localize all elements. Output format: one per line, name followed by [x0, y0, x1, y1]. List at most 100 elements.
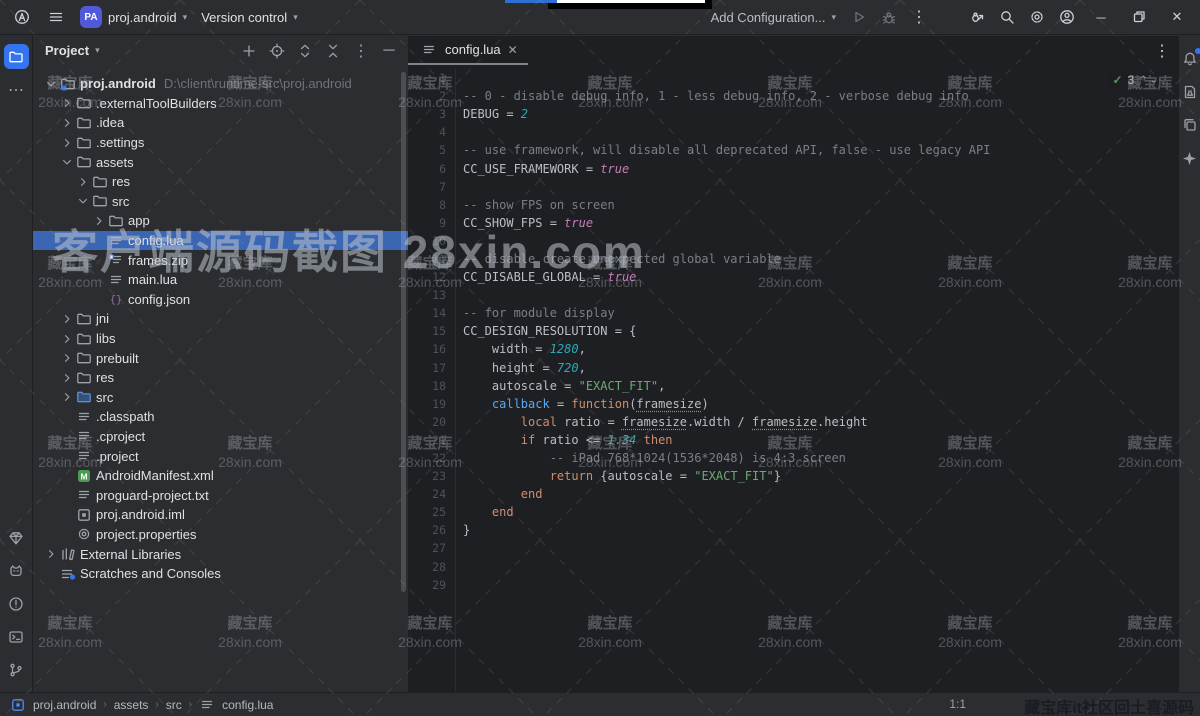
code-line-19[interactable]: 19 callback = function(framesize)	[408, 395, 1178, 413]
tree-item--idea[interactable]: .idea	[33, 113, 408, 133]
chevron-right-icon[interactable]	[59, 352, 75, 364]
chevron-right-icon[interactable]	[59, 391, 75, 403]
code-line-9[interactable]: 9CC_SHOW_FPS = true	[408, 214, 1178, 232]
locate-file-icon[interactable]	[266, 40, 288, 62]
code-line-13[interactable]: 13	[408, 286, 1178, 304]
code-line-5[interactable]: 5-- use framework, will disable all depr…	[408, 141, 1178, 159]
code-line-28[interactable]: 28	[408, 558, 1178, 576]
chevron-right-icon[interactable]	[59, 137, 75, 149]
problems-icon[interactable]	[4, 591, 29, 616]
chevron-down-icon[interactable]	[43, 78, 59, 90]
code-line-3[interactable]: 3DEBUG = 2	[408, 105, 1178, 123]
terminal-icon[interactable]	[4, 624, 29, 649]
main-menu-hamburger-icon[interactable]	[46, 7, 66, 27]
tree-item--settings[interactable]: .settings	[33, 133, 408, 153]
chevron-down-icon[interactable]	[59, 156, 75, 168]
chevron-right-icon[interactable]	[59, 313, 75, 325]
code-line-22[interactable]: 22 -- iPad 768*1024(1536*2048) is 4:3 sc…	[408, 449, 1178, 467]
tree-item-assets[interactable]: assets	[33, 152, 408, 172]
layers-copy-icon[interactable]	[1180, 115, 1200, 135]
device-explorer-icon[interactable]	[1180, 82, 1200, 102]
project-widget[interactable]: PA proj.android ▾	[80, 6, 187, 28]
code-line-26[interactable]: 26}	[408, 521, 1178, 539]
code-line-7[interactable]: 7	[408, 178, 1178, 196]
inspection-widget[interactable]: ✓ 3 ⌃⌄	[1108, 72, 1164, 88]
chevron-right-icon[interactable]	[43, 548, 59, 560]
window-close-button[interactable]: ✕	[1160, 4, 1194, 30]
tree-item-proj-android-iml[interactable]: proj.android.iml	[33, 505, 408, 525]
vcs-widget[interactable]: Version control ▾	[201, 10, 298, 25]
more-actions-kebab-icon[interactable]: ⋮	[906, 4, 932, 30]
code-line-8[interactable]: 8-- show FPS on screen	[408, 196, 1178, 214]
git-branch-icon[interactable]	[4, 657, 29, 682]
code-line-15[interactable]: 15CC_DESIGN_RESOLUTION = {	[408, 322, 1178, 340]
code-line-27[interactable]: 27	[408, 539, 1178, 557]
tree-item-res[interactable]: res	[33, 172, 408, 192]
chevron-right-icon[interactable]	[75, 176, 91, 188]
chevron-right-icon[interactable]	[59, 117, 75, 129]
code-line-11[interactable]: 11-- disable create unexpected global va…	[408, 250, 1178, 268]
code-line-23[interactable]: 23 return {autoscale = "EXACT_FIT"}	[408, 467, 1178, 485]
notifications-bell-icon[interactable]	[1180, 49, 1200, 69]
breadcrumb-item[interactable]: proj.android	[33, 698, 96, 712]
expand-all-icon[interactable]	[294, 40, 316, 62]
prev-next-problem-icons[interactable]: ⌃⌄	[1139, 75, 1160, 86]
tree-item-scratches-and-consoles[interactable]: Scratches and Consoles	[33, 564, 408, 584]
chevron-down-icon[interactable]	[75, 195, 91, 207]
code-editor[interactable]: 12-- 0 - disable debug info, 1 - less de…	[408, 69, 1178, 692]
tree-item--externaltoolbuilders[interactable]: .externalToolBuilders	[33, 94, 408, 114]
chevron-right-icon[interactable]	[59, 372, 75, 384]
tree-item-androidmanifest-xml[interactable]: MAndroidManifest.xml	[33, 466, 408, 486]
chevron-right-icon[interactable]	[59, 97, 75, 109]
more-tool-windows-icon[interactable]: ⋯	[4, 77, 29, 102]
collapse-all-icon[interactable]	[322, 40, 344, 62]
hide-panel-icon[interactable]: ─	[378, 40, 400, 62]
code-line-12[interactable]: 12CC_DISABLE_GLOBAL = true	[408, 268, 1178, 286]
code-line-2[interactable]: 2-- 0 - disable debug info, 1 - less deb…	[408, 87, 1178, 105]
chevron-right-icon[interactable]	[59, 333, 75, 345]
ai-assistant-sparkle-icon[interactable]	[1180, 148, 1200, 168]
panel-options-kebab-icon[interactable]: ⋮	[350, 40, 372, 62]
code-line-18[interactable]: 18 autoscale = "EXACT_FIT",	[408, 377, 1178, 395]
code-line-29[interactable]: 29	[408, 576, 1178, 594]
tree-item-config-json[interactable]: {}config.json	[33, 290, 408, 310]
code-line-24[interactable]: 24 end	[408, 485, 1178, 503]
tree-item-jni[interactable]: jni	[33, 309, 408, 329]
add-button[interactable]	[238, 40, 260, 62]
tree-item-prebuilt[interactable]: prebuilt	[33, 348, 408, 368]
tab-config-lua[interactable]: config.lua ✕	[408, 36, 528, 65]
resource-manager-gem-icon[interactable]	[4, 525, 29, 550]
tree-item-config-lua[interactable]: config.lua	[33, 231, 408, 251]
code-line-10[interactable]: 10	[408, 232, 1178, 250]
project-scrollbar[interactable]	[401, 72, 406, 592]
breadcrumb-item[interactable]: src	[166, 698, 182, 712]
logcat-cat-icon[interactable]	[4, 558, 29, 583]
code-line-1[interactable]: 1	[408, 69, 1178, 87]
code-line-16[interactable]: 16 width = 1280,	[408, 340, 1178, 358]
project-tool-button[interactable]	[4, 44, 29, 69]
tree-item-src[interactable]: src	[33, 388, 408, 408]
code-line-6[interactable]: 6CC_USE_FRAMEWORK = true	[408, 159, 1178, 177]
tree-item-app[interactable]: app	[33, 211, 408, 231]
profiler-bug-arrow-icon[interactable]	[964, 4, 990, 30]
caret-position[interactable]: 1:1	[949, 697, 966, 711]
code-line-21[interactable]: 21 if ratio <= 1.34 then	[408, 431, 1178, 449]
code-line-25[interactable]: 25 end	[408, 503, 1178, 521]
tree-item--project[interactable]: .project	[33, 446, 408, 466]
window-minimize-button[interactable]: ─	[1084, 4, 1118, 30]
code-line-17[interactable]: 17 height = 720,	[408, 359, 1178, 377]
tree-item--classpath[interactable]: .classpath	[33, 407, 408, 427]
settings-gear-icon[interactable]	[1024, 4, 1050, 30]
tree-item-proj-android[interactable]: proj.androidD:\client\runtime-src\proj.a…	[33, 74, 408, 94]
tree-item-frames-zip[interactable]: frames.zip	[33, 250, 408, 270]
breadcrumb-item[interactable]: config.lua	[222, 698, 273, 712]
debug-button[interactable]	[876, 4, 902, 30]
run-configuration-selector[interactable]: Add Configuration... ▾	[705, 10, 842, 25]
search-everywhere-icon[interactable]	[994, 4, 1020, 30]
tree-item-project-properties[interactable]: project.properties	[33, 525, 408, 545]
project-panel-title[interactable]: Project	[45, 43, 89, 58]
tree-item-res[interactable]: res	[33, 368, 408, 388]
tree-item-libs[interactable]: libs	[33, 329, 408, 349]
breadcrumb-item[interactable]: assets	[114, 698, 149, 712]
tree-item-external-libraries[interactable]: External Libraries	[33, 544, 408, 564]
